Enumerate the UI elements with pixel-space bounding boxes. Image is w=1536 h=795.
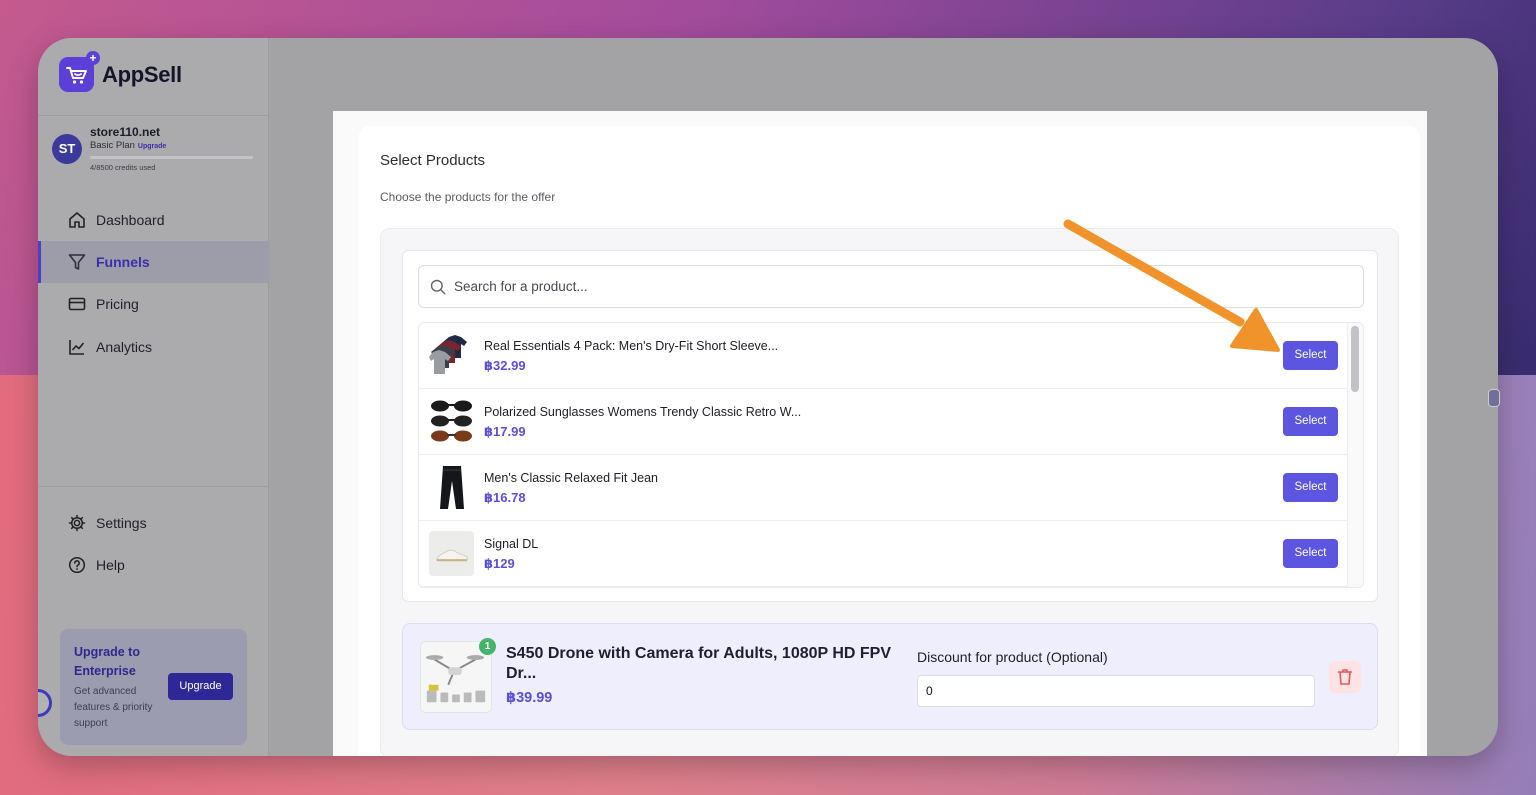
product-price: ฿16.78 (484, 490, 526, 505)
app-name: AppSell (102, 61, 182, 87)
search-box[interactable] (418, 265, 1364, 308)
gear-icon (68, 514, 86, 532)
sidebar-item-label: Settings (96, 515, 147, 531)
store-name: store110.net (90, 125, 161, 139)
credits-text: 4/8500 credits used (90, 163, 156, 172)
product-name: Real Essentials 4 Pack: Men's Dry-Fit Sh… (484, 339, 779, 353)
store-info[interactable]: ST store110.net Basic Plan Upgrade 4/8500… (52, 124, 257, 176)
sidebar-divider (38, 486, 269, 487)
sidebar-item-label: Pricing (96, 296, 139, 312)
page-title: Select Products (380, 152, 486, 169)
plan-label: Basic Plan Upgrade (90, 140, 166, 151)
credits-progress-bar (90, 156, 253, 159)
sidebar: + AppSell ST store110.net Basic Plan Upgr… (38, 38, 269, 756)
side-drawer-handle[interactable] (1488, 389, 1500, 407)
upgrade-link[interactable]: Upgrade (138, 143, 166, 150)
list-item[interactable]: Men's Classic Relaxed Fit Jean ฿16.78 Se… (419, 455, 1349, 521)
list-item[interactable]: Real Essentials 4 Pack: Men's Dry-Fit Sh… (419, 323, 1349, 389)
selected-product-price: ฿39.99 (506, 690, 553, 706)
sneaker-image (429, 531, 474, 576)
plus-icon: + (86, 51, 100, 65)
selected-product-card: 1 S450 Drone with Camera for Adults, 108… (402, 623, 1378, 730)
jeans-image (429, 465, 474, 510)
product-price: ฿32.99 (484, 358, 526, 373)
page-subtitle: Choose the products for the offer (380, 190, 556, 204)
select-button[interactable]: Select (1283, 341, 1338, 370)
tshirt-pack-image (429, 333, 474, 378)
product-price: ฿17.99 (484, 424, 526, 439)
credit-card-icon (68, 297, 86, 311)
sidebar-item-label: Help (96, 557, 125, 573)
scrollbar-thumb[interactable] (1351, 326, 1359, 392)
product-picker-panel: Real Essentials 4 Pack: Men's Dry-Fit Sh… (380, 228, 1399, 756)
help-circle-icon (68, 556, 86, 574)
line-chart-icon (69, 340, 85, 355)
discount-input[interactable]: 0 (917, 675, 1315, 707)
select-button[interactable]: Select (1283, 407, 1338, 436)
product-name: Men's Classic Relaxed Fit Jean (484, 471, 658, 485)
home-icon (69, 212, 85, 228)
product-price: ฿129 (484, 556, 515, 571)
list-item[interactable]: Signal DL ฿129 Select (419, 521, 1349, 587)
upgrade-button[interactable]: Upgrade (168, 673, 233, 700)
sidebar-item-dashboard[interactable]: Dashboard (38, 199, 269, 241)
cart-logo-icon: + (59, 51, 100, 92)
list-scrollbar[interactable] (1347, 323, 1363, 587)
upgrade-card: Upgrade to Enterprise Get advanced featu… (60, 629, 247, 745)
select-button[interactable]: Select (1283, 539, 1338, 568)
upgrade-card-title: Upgrade to Enterprise (74, 645, 140, 678)
app-window: + AppSell ST store110.net Basic Plan Upgr… (38, 38, 1498, 756)
sunglasses-image (429, 399, 474, 444)
plan-name: Basic Plan (90, 140, 135, 151)
select-button[interactable]: Select (1283, 473, 1338, 502)
sidebar-item-label: Funnels (96, 254, 150, 270)
product-name: Signal DL (484, 537, 539, 551)
sidebar-divider (38, 115, 269, 116)
discount-label: Discount for product (Optional) (917, 649, 1108, 665)
product-name: Polarized Sunglasses Womens Trendy Class… (484, 405, 802, 419)
search-input[interactable] (454, 266, 1344, 307)
count-badge: 1 (479, 638, 496, 655)
avatar: ST (52, 134, 82, 164)
sidebar-item-settings[interactable]: Settings (38, 502, 269, 544)
sidebar-item-analytics[interactable]: Analytics (38, 326, 269, 368)
sidebar-item-pricing[interactable]: Pricing (38, 283, 269, 325)
sidebar-item-label: Analytics (96, 339, 153, 355)
app-logo[interactable]: + AppSell (59, 51, 182, 92)
product-list-container: Real Essentials 4 Pack: Men's Dry-Fit Sh… (402, 250, 1378, 602)
filter-icon (68, 254, 86, 270)
sidebar-item-label: Dashboard (96, 212, 165, 228)
upgrade-card-description: Get advanced features & priority support (74, 686, 153, 729)
trash-icon (1337, 669, 1353, 685)
main-content: Select Products Choose the products for … (333, 111, 1427, 756)
sidebar-item-funnels[interactable]: Funnels (38, 241, 269, 283)
list-item[interactable]: Polarized Sunglasses Womens Trendy Class… (419, 389, 1349, 455)
remove-product-button[interactable] (1329, 661, 1361, 693)
search-icon (430, 279, 446, 295)
select-products-card: Select Products Choose the products for … (359, 126, 1420, 756)
product-list: Real Essentials 4 Pack: Men's Dry-Fit Sh… (418, 322, 1364, 588)
sidebar-item-help[interactable]: Help (38, 544, 269, 586)
selected-product-name: S450 Drone with Camera for Adults, 1080P… (506, 645, 892, 682)
